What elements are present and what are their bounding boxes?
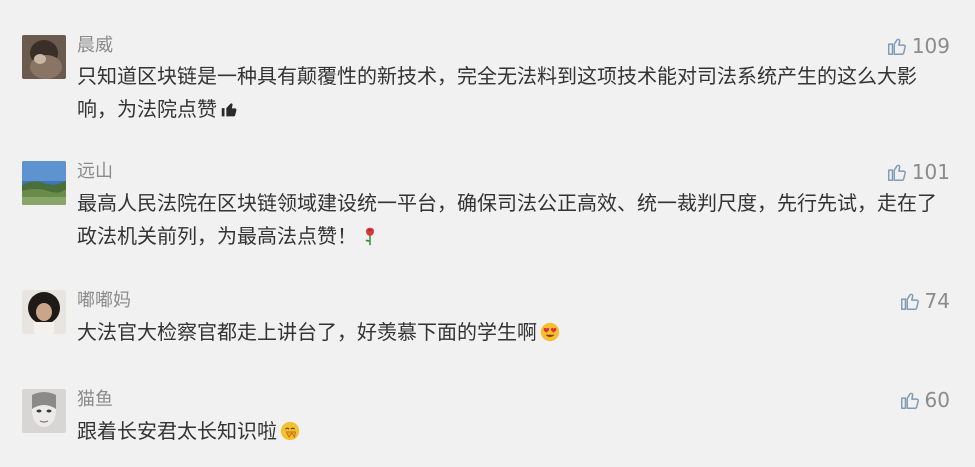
like-count: 60: [924, 388, 950, 412]
username[interactable]: 远山: [77, 160, 113, 184]
thumbs-up-outline-icon: [900, 293, 919, 310]
avatar[interactable]: [22, 35, 66, 79]
thumbs-up-outline-icon: [900, 392, 919, 409]
like-button[interactable]: 74: [899, 288, 950, 314]
avatar[interactable]: [22, 161, 66, 205]
comment-body: 最高人民法院在区块链领域建设统一平台，确保司法公正高效、统一裁判尺度，先行先试，…: [77, 191, 937, 248]
avatar-landscape-photo-icon: [22, 161, 66, 205]
comment-body: 只知道区块链是一种具有颠覆性的新技术，完全无法料到这项技术能对司法系统产生的这么…: [77, 64, 917, 121]
like-button[interactable]: 60: [899, 387, 950, 413]
comment-text: 大法官大检察官都走上讲台了，好羡慕下面的学生啊: [77, 316, 947, 349]
rose-emoji-icon: [359, 225, 381, 247]
username[interactable]: 嘟嘟妈: [77, 289, 131, 313]
comment-list: 晨威 109 只知道区块链是一种具有颠覆性的新技术，完全无法料到这项技术能对司法…: [0, 0, 975, 467]
like-button[interactable]: 101: [886, 159, 950, 185]
avatar-child-photo-icon: [22, 290, 66, 334]
comment-text: 跟着长安君太长知识啦: [77, 415, 947, 448]
like-button[interactable]: 109: [886, 33, 950, 59]
like-count: 74: [924, 289, 950, 313]
like-count: 101: [911, 160, 950, 184]
comment-body: 跟着长安君太长知识啦: [77, 419, 277, 443]
username[interactable]: 晨威: [77, 34, 113, 58]
clapping-emoji-icon: [279, 420, 301, 442]
avatar[interactable]: [22, 389, 66, 433]
comment-text: 最高人民法院在区块链领域建设统一平台，确保司法公正高效、统一裁判尺度，先行先试，…: [77, 187, 947, 253]
avatar-face-sketch-icon: [22, 389, 66, 433]
comment-body: 大法官大检察官都走上讲台了，好羡慕下面的学生啊: [77, 320, 537, 344]
heart-eyes-emoji-icon: [539, 321, 561, 343]
comment-text: 只知道区块链是一种具有颠覆性的新技术，完全无法料到这项技术能对司法系统产生的这么…: [77, 60, 947, 126]
avatar[interactable]: [22, 290, 66, 334]
thumbs-up-outline-icon: [887, 164, 906, 181]
thumbs-up-outline-icon: [887, 38, 906, 55]
username[interactable]: 猫鱼: [77, 388, 113, 412]
thumbs-up-emoji-icon: [219, 98, 241, 120]
avatar-dark-photo-icon: [22, 35, 66, 79]
like-count: 109: [911, 34, 950, 58]
